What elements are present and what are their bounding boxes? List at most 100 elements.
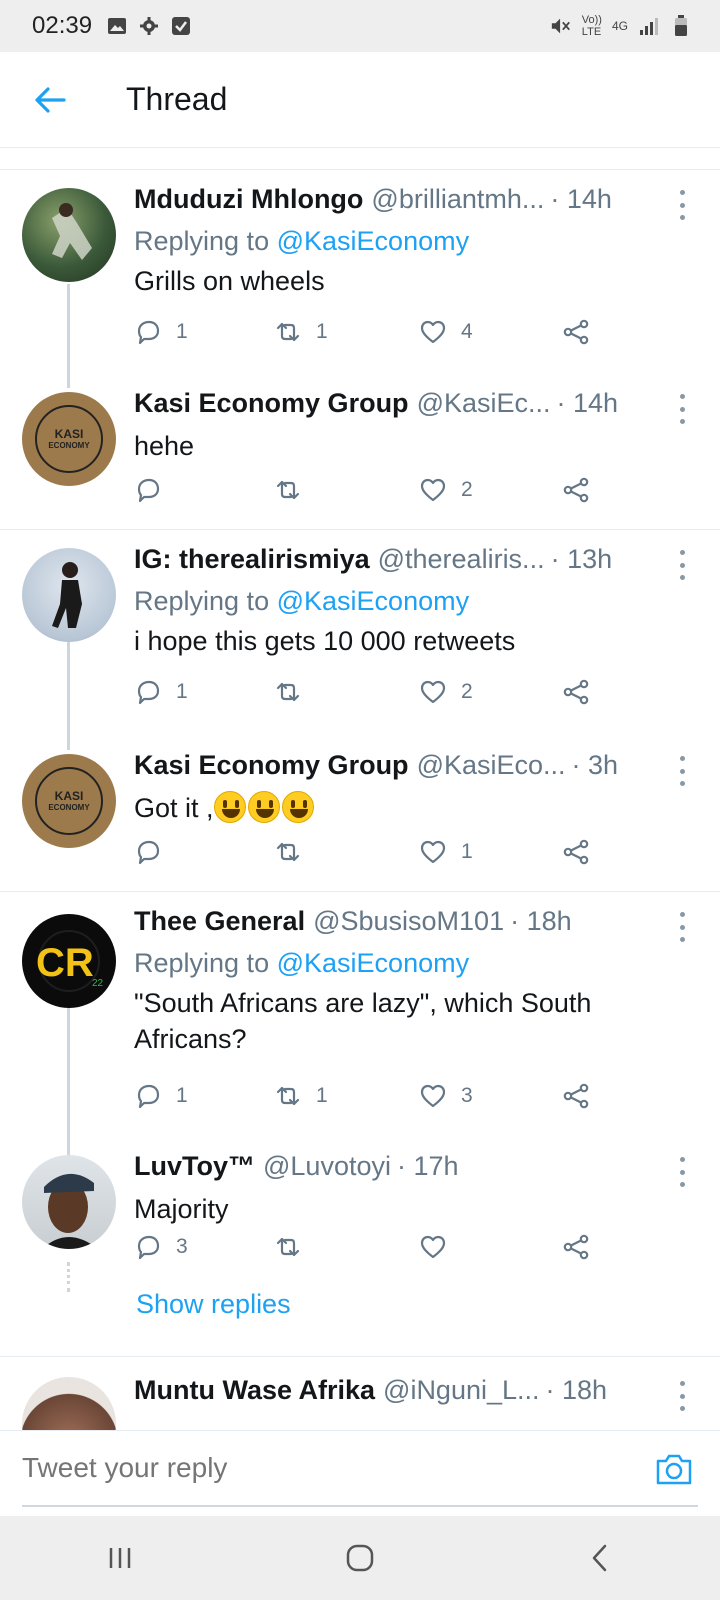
avatar[interactable]	[22, 188, 116, 282]
author-handle[interactable]: @KasiEco...	[417, 750, 566, 781]
like-count: 4	[461, 320, 473, 343]
retweet-button[interactable]: 1	[274, 318, 328, 346]
avatar[interactable]: KASI ECONOMY	[22, 392, 116, 486]
volte-indicator: Vo)) LTE	[581, 14, 602, 38]
share-button[interactable]	[562, 1233, 590, 1261]
reply-button[interactable]: 1	[134, 1082, 188, 1110]
like-button[interactable]	[419, 1233, 461, 1261]
input-underline	[22, 1505, 698, 1507]
like-button[interactable]: 1	[419, 838, 473, 866]
avatar[interactable]: CR 22	[22, 914, 116, 1008]
author-handle[interactable]: @Luvotoyi	[263, 1151, 391, 1182]
home-icon	[346, 1544, 374, 1572]
retweet-button[interactable]	[274, 1233, 316, 1261]
grinning-emoji-icon	[213, 791, 246, 823]
camera-icon	[656, 1454, 692, 1485]
like-button[interactable]: 4	[419, 318, 473, 346]
share-button[interactable]	[562, 476, 590, 504]
retweet-button[interactable]	[274, 678, 316, 706]
retweet-button[interactable]: 1	[274, 1082, 328, 1110]
reply-button[interactable]	[134, 838, 176, 866]
author-handle[interactable]: @brilliantmh...	[371, 184, 544, 215]
retweet-button[interactable]	[274, 476, 316, 504]
author-handle[interactable]: @KasiEc...	[417, 388, 551, 419]
more-options-button[interactable]	[672, 190, 692, 220]
tweet[interactable]: KASI ECONOMY Kasi Economy Group @KasiEc.…	[0, 380, 720, 530]
person-photo-icon	[52, 203, 92, 260]
back-nav-button[interactable]	[570, 1528, 630, 1588]
author-handle[interactable]: @therealiris...	[378, 544, 545, 575]
settings-icon	[138, 15, 160, 37]
like-count: 2	[461, 478, 473, 501]
tweet-actions: 1 2	[134, 678, 614, 718]
reply-input[interactable]	[22, 1443, 612, 1493]
network-type: 4G	[611, 19, 628, 33]
retweet-icon	[276, 480, 300, 500]
author-handle[interactable]: @SbusisoM101	[313, 906, 504, 937]
mention-link[interactable]: @KasiEconomy	[277, 586, 469, 616]
reply-count: 3	[176, 1235, 188, 1258]
more-options-button[interactable]	[672, 394, 692, 424]
retweet-button[interactable]	[274, 838, 316, 866]
show-replies-link[interactable]: Show replies	[136, 1289, 291, 1320]
more-options-button[interactable]	[672, 1381, 692, 1411]
author-name[interactable]: Kasi Economy Group	[134, 750, 409, 781]
back-arrow-icon	[35, 86, 66, 113]
page-title: Thread	[126, 81, 228, 117]
avatar[interactable]: KASI ECONOMY	[22, 754, 116, 848]
like-count: 1	[461, 840, 473, 863]
more-options-button[interactable]	[672, 550, 692, 580]
like-button[interactable]: 3	[419, 1082, 473, 1110]
like-button[interactable]: 2	[419, 476, 473, 504]
tweet[interactable]: Muntu Wase Afrika @iNguni_L... · 18h	[0, 1357, 720, 1430]
author-handle[interactable]: @iNguni_L...	[383, 1375, 540, 1406]
share-button[interactable]	[562, 318, 590, 346]
heart-icon	[420, 478, 446, 502]
mention-link[interactable]: @KasiEconomy	[277, 226, 469, 256]
like-count: 2	[461, 680, 473, 703]
heart-icon	[420, 680, 446, 704]
tweet-text: i hope this gets 10 000 retweets	[134, 626, 516, 656]
tweet[interactable]: KASI ECONOMY Kasi Economy Group @KasiEco…	[0, 742, 720, 892]
author-name[interactable]: Kasi Economy Group	[134, 388, 409, 419]
more-options-button[interactable]	[672, 912, 692, 942]
author-name[interactable]: LuvToy™	[134, 1151, 255, 1182]
avatar[interactable]	[22, 1155, 116, 1249]
tweet-time: · 17h	[396, 1151, 459, 1181]
svg-text:22: 22	[92, 978, 104, 989]
reply-button[interactable]: 1	[134, 318, 188, 346]
recent-apps-button[interactable]	[90, 1528, 150, 1588]
tweet[interactable]: CR 22 Thee General @SbusisoM101 · 18h Re…	[0, 892, 720, 1147]
like-button[interactable]: 2	[419, 678, 473, 706]
share-button[interactable]	[562, 678, 590, 706]
author-name[interactable]: Muntu Wase Afrika	[134, 1375, 375, 1406]
reply-button[interactable]: 3	[134, 1233, 188, 1261]
avatar[interactable]	[22, 548, 116, 642]
share-button[interactable]	[562, 838, 590, 866]
conversation-group: Mduduzi Mhlongo @brilliantmh... · 14h Re…	[0, 170, 720, 530]
camera-button[interactable]	[654, 1449, 694, 1489]
mention-link[interactable]: @KasiEconomy	[277, 948, 469, 978]
reply-button[interactable]: 1	[134, 678, 188, 706]
more-options-button[interactable]	[672, 756, 692, 786]
thread-feed[interactable]: Mduduzi Mhlongo @brilliantmh... · 14h Re…	[0, 170, 720, 1430]
tweet-text: hehe	[134, 431, 195, 461]
replying-to: Replying to @KasiEconomy	[134, 586, 470, 616]
more-options-button[interactable]	[672, 1157, 692, 1187]
avatar[interactable]	[22, 1377, 116, 1430]
tweet[interactable]: LuvToy™ @Luvotoyi · 17h Majority 3 Show …	[0, 1147, 720, 1357]
recent-apps-icon	[109, 1548, 131, 1568]
back-button[interactable]	[20, 70, 80, 130]
author-name[interactable]: Thee General	[134, 906, 305, 937]
home-button[interactable]	[330, 1528, 390, 1588]
tweet[interactable]: IG: therealirismiya @therealiris... · 13…	[0, 530, 720, 742]
reply-button[interactable]	[134, 476, 176, 504]
gallery-icon	[106, 15, 128, 37]
reply-icon	[137, 1084, 160, 1109]
share-button[interactable]	[562, 1082, 590, 1110]
grinning-emoji-icon	[247, 791, 280, 823]
author-name[interactable]: IG: therealirismiya	[134, 544, 370, 575]
tweet-actions: 1 1 3	[134, 1082, 614, 1122]
tweet[interactable]: Mduduzi Mhlongo @brilliantmh... · 14h Re…	[0, 170, 720, 380]
author-name[interactable]: Mduduzi Mhlongo	[134, 184, 363, 215]
